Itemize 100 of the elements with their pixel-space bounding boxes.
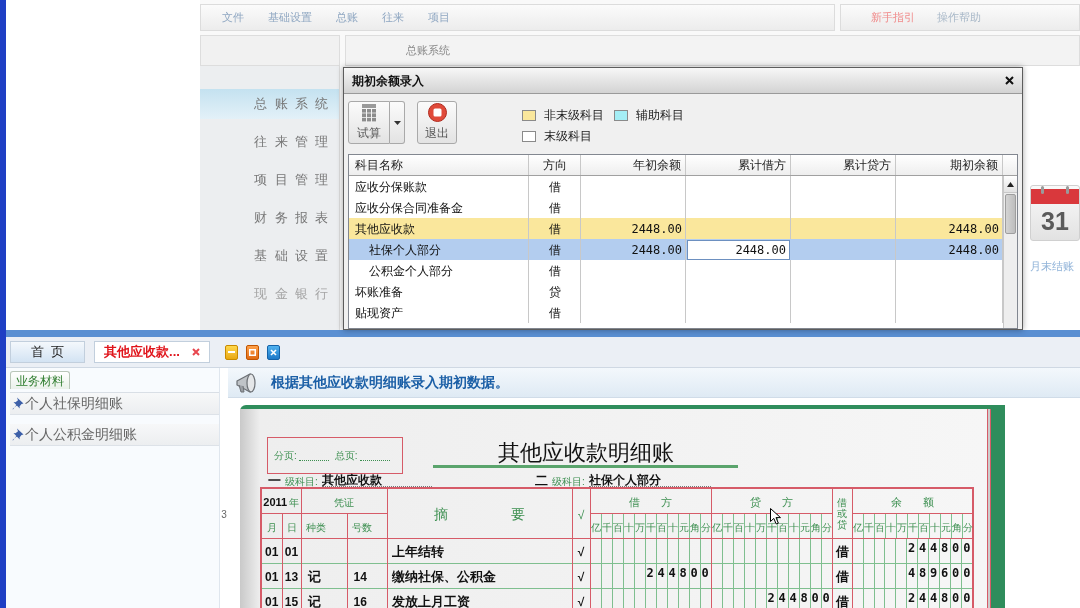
nav-item[interactable]: 项目管理 <box>200 165 339 195</box>
ledger-cell: 缴纳社保、公积金 <box>391 569 496 584</box>
material-item[interactable]: 个人公积金明细账 <box>10 424 219 446</box>
column-header[interactable]: 方向 <box>529 155 581 175</box>
digit-unit-label: 元 <box>799 522 810 533</box>
digit-unit-label: 千 <box>863 522 874 533</box>
digit-unit-label: 角 <box>810 522 821 533</box>
calendar-rings-icon <box>1031 186 1079 204</box>
materials-tab[interactable]: 业务材料 <box>10 371 70 389</box>
legend-label: 辅助科目 <box>636 107 684 124</box>
ledger-amount: 244800 <box>767 590 834 607</box>
ledger-cell: 发放上月工资 <box>391 594 470 608</box>
calculator-icon <box>362 103 376 122</box>
ledger-cell: 记 <box>307 569 321 584</box>
digit-unit-label: 万 <box>896 522 907 533</box>
digit-unit-label: 万 <box>634 522 645 533</box>
digit-unit-label: 万 <box>755 522 766 533</box>
column-header[interactable]: 科目名称 <box>349 155 529 175</box>
digit-unit-label: 十 <box>929 522 940 533</box>
ledger-cell: 借 <box>835 569 849 584</box>
exit-button[interactable]: 退出 <box>417 101 457 144</box>
ledger-cell: 01 <box>265 545 279 559</box>
account-name: 社保个人部分 <box>588 474 711 487</box>
summary-header: 摘 要 <box>433 505 526 522</box>
amount-column-header: 贷 方 <box>750 496 794 508</box>
account-level-number: 二 <box>535 474 548 487</box>
account-name: 其他应收款 <box>321 474 432 487</box>
close-button[interactable] <box>267 344 280 360</box>
ledger-cell: 14 <box>353 570 367 584</box>
restore-button[interactable] <box>246 344 259 360</box>
digit-unit-label: 分 <box>821 522 832 533</box>
amount-column-header: 借 方 <box>629 496 673 508</box>
year-label: 年 <box>289 497 300 508</box>
digit-unit-label: 十 <box>623 522 634 533</box>
table-cell: 贴现资产 <box>349 302 529 323</box>
ledger-cell: √ <box>577 570 585 584</box>
ledger-cell: 01 <box>265 595 279 608</box>
digit-unit-label: 百 <box>874 522 885 533</box>
trial-balance-button[interactable]: 试算 <box>348 101 390 144</box>
nav-item[interactable]: 基础设置 <box>200 241 339 271</box>
ledger-cell: √ <box>577 595 585 608</box>
digit-unit-label: 亿 <box>852 522 863 533</box>
digit-unit-label: 千 <box>601 522 612 533</box>
check-header: √ <box>577 507 585 522</box>
balance-header: 余 额 <box>890 496 934 508</box>
digit-unit-label: 角 <box>951 522 962 533</box>
pushpin-icon <box>12 428 24 441</box>
digit-unit-label: 十 <box>667 522 678 533</box>
workspace-tab[interactable]: 其他应收款... <box>94 341 210 363</box>
scrollbar[interactable] <box>1003 176 1017 328</box>
digit-unit-label: 角 <box>689 522 700 533</box>
account-level-number: 一 <box>268 474 281 487</box>
ledger-year: 2011 <box>263 496 288 508</box>
scroll-up-icon <box>1007 181 1014 187</box>
page-field-label: 分页: <box>274 449 297 463</box>
account-level-label: 级科目: <box>285 477 318 487</box>
ledger-cell: 15 <box>284 595 299 608</box>
ledger-amount: 244800 <box>908 540 975 557</box>
legend-label: 末级科目 <box>544 128 592 145</box>
stop-icon <box>427 103 447 122</box>
ledger-title: 其他应收款明细账 <box>496 439 675 467</box>
nav-item[interactable]: 财务报表 <box>200 203 339 233</box>
ledger-cell: 13 <box>284 570 299 584</box>
digit-unit-label: 千 <box>645 522 656 533</box>
column-header[interactable]: 累计借方 <box>686 155 791 175</box>
column-header[interactable]: 累计贷方 <box>791 155 896 175</box>
digit-unit-label: 十 <box>744 522 755 533</box>
calendar-button[interactable]: 31 <box>1030 185 1080 241</box>
nav-item[interactable]: 总账系统 <box>200 89 339 119</box>
scroll-thumb[interactable] <box>1005 194 1016 234</box>
material-item[interactable]: 个人社保明细账 <box>10 393 219 415</box>
digit-unit-label: 千 <box>907 522 918 533</box>
instruction-text: 根据其他应收款明细账录入期初数据。 <box>271 373 509 392</box>
digit-unit-label: 千 <box>722 522 733 533</box>
voucher-header: 凭证 <box>334 497 354 508</box>
module-tab[interactable]: 总账系统 <box>406 42 450 59</box>
column-header[interactable]: 年初余额 <box>581 155 686 175</box>
table-row[interactable]: 社保个人部分 借 2448.00 2448.00 2448.00 <box>349 239 1003 260</box>
close-button[interactable] <box>1004 75 1014 86</box>
calendar-label: 月末结账 <box>1030 259 1075 274</box>
column-header[interactable]: 期初余额 <box>896 155 1003 175</box>
scroll-up-button[interactable] <box>1004 176 1017 193</box>
digit-unit-label: 千 <box>766 522 777 533</box>
ledger-cell: 16 <box>353 595 367 608</box>
close-icon <box>1004 76 1014 85</box>
nav-item[interactable]: 往来管理 <box>200 127 339 157</box>
dropdown-button[interactable] <box>390 101 405 144</box>
ledger-cell: 01 <box>284 545 299 559</box>
minimize-button[interactable] <box>225 344 238 360</box>
digit-unit-label: 元 <box>678 522 689 533</box>
cell-input[interactable]: 2448.00 <box>687 240 790 260</box>
legend-label: 非末级科目 <box>544 107 604 124</box>
ledger-cell: 借 <box>835 594 849 608</box>
minimize-icon <box>228 351 235 353</box>
digit-unit-label: 百 <box>612 522 623 533</box>
workspace-tab[interactable]: 首页 <box>10 341 85 363</box>
table-row[interactable]: 其他应收款 借 2448.00 2448.00 <box>349 218 1003 239</box>
voucher-type-header: 种类 <box>305 522 326 533</box>
page-marker: 3 <box>221 508 227 522</box>
digit-unit-label: 百 <box>656 522 667 533</box>
